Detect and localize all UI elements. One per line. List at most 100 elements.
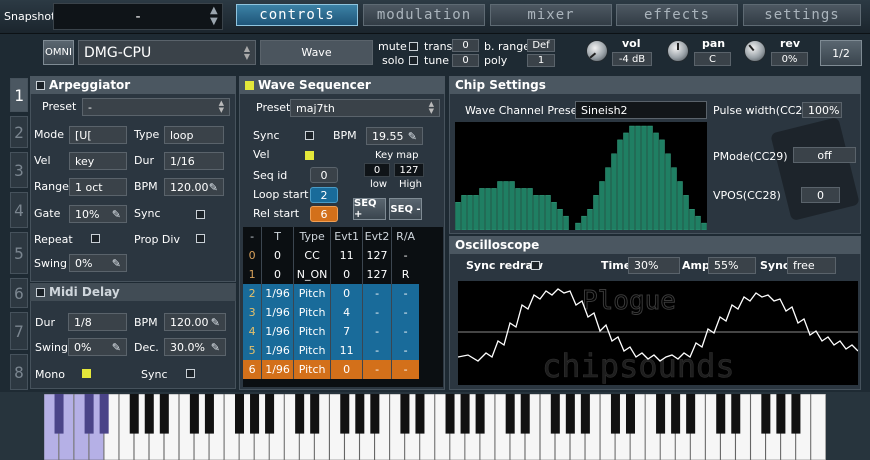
piano-black-key[interactable]: [400, 394, 410, 434]
wave-sample-bar[interactable]: [611, 153, 617, 230]
solo-checkbox[interactable]: [409, 56, 418, 65]
piano-black-key[interactable]: [265, 394, 275, 434]
osc-time-field[interactable]: 30%: [628, 257, 680, 274]
osc-sync-field[interactable]: free: [787, 257, 836, 274]
wave-sample-bar[interactable]: [539, 195, 545, 230]
arp-swing-edit-icon[interactable]: ✎: [112, 257, 121, 270]
vol-knob[interactable]: [586, 40, 608, 62]
ws-bpm-field[interactable]: 19.55 ✎: [366, 127, 423, 145]
tab-effects[interactable]: effects: [616, 4, 738, 26]
piano-white-key[interactable]: [810, 394, 826, 460]
ws-vel-checkbox[interactable]: [305, 151, 314, 160]
piano-black-key[interactable]: [761, 394, 771, 434]
piano-black-key[interactable]: [656, 394, 666, 434]
delay-bpm-edit-icon[interactable]: ✎: [211, 316, 220, 329]
ws-table-row[interactable]: 4 1/96 Pitch 7- -: [243, 322, 419, 341]
wave-sample-bar[interactable]: [653, 132, 659, 230]
piano-black-key[interactable]: [791, 394, 801, 434]
piano-black-key[interactable]: [159, 394, 169, 434]
piano-black-key[interactable]: [505, 394, 515, 434]
mute-checkbox[interactable]: [409, 42, 418, 51]
wave-sample-bar[interactable]: [599, 181, 605, 230]
side-tab-3[interactable]: 3: [10, 152, 28, 188]
wave-sample-bar[interactable]: [461, 195, 467, 230]
instrument-preset-selector[interactable]: DMG-CPU ▲ ▼: [78, 40, 256, 65]
wave-sample-bar[interactable]: [677, 181, 683, 230]
tab-settings[interactable]: settings: [743, 4, 861, 26]
piano-black-key[interactable]: [580, 394, 590, 434]
midi-delay-enable-checkbox[interactable]: [36, 287, 45, 297]
rev-knob[interactable]: [744, 40, 766, 62]
wave-sample-bar[interactable]: [659, 139, 665, 230]
wave-sequencer-enable-checkbox[interactable]: [245, 80, 254, 90]
wave-sample-bar[interactable]: [491, 188, 497, 230]
wave-sample-bar[interactable]: [557, 208, 563, 230]
pmode-field[interactable]: off: [793, 147, 856, 163]
ws-loopstart-field[interactable]: 2: [310, 187, 338, 203]
page-toggle-button[interactable]: 1/2: [820, 40, 862, 66]
arp-gate-edit-icon[interactable]: ✎: [112, 208, 121, 221]
tune-field[interactable]: 0: [452, 54, 479, 67]
piano-black-key[interactable]: [129, 394, 139, 434]
wave-sample-bar[interactable]: [629, 125, 635, 230]
arp-bpm-edit-icon[interactable]: ✎: [209, 181, 218, 194]
pulse-width-field[interactable]: 100%: [802, 102, 842, 118]
piano-black-key[interactable]: [520, 394, 530, 434]
piano-black-key[interactable]: [610, 394, 620, 434]
wave-sample-bar[interactable]: [533, 195, 539, 230]
piano-black-key[interactable]: [310, 394, 320, 434]
sync-redraw-checkbox[interactable]: [531, 261, 540, 270]
ws-table-row[interactable]: 2 1/96 Pitch 0- -: [243, 284, 419, 303]
wave-sample-bar[interactable]: [479, 188, 485, 230]
side-tab-5[interactable]: 5: [10, 232, 28, 274]
ws-keymap-low-field[interactable]: 0: [364, 163, 390, 177]
osc-amp-field[interactable]: 55%: [708, 257, 756, 274]
wave-sample-bar[interactable]: [581, 215, 587, 230]
ws-table-row[interactable]: 6 1/96 Pitch 0- -: [243, 360, 419, 379]
wave-sample-bar[interactable]: [509, 181, 515, 230]
snapshot-arrows-icon[interactable]: ▲ ▼: [210, 5, 218, 27]
wave-sample-bar[interactable]: [575, 222, 581, 230]
ws-seqid-field[interactable]: 0: [310, 167, 338, 183]
piano-black-key[interactable]: [731, 394, 741, 434]
piano-black-key[interactable]: [99, 394, 109, 434]
wave-sample-bar[interactable]: [473, 195, 479, 230]
delay-swing-edit-icon[interactable]: ✎: [112, 341, 121, 354]
delay-dec-edit-icon[interactable]: ✎: [211, 341, 220, 354]
piano-black-key[interactable]: [716, 394, 726, 434]
wave-sample-bar[interactable]: [635, 125, 641, 230]
wave-sample-bar[interactable]: [485, 188, 491, 230]
wave-sample-bar[interactable]: [587, 208, 593, 230]
wave-sample-bar[interactable]: [695, 215, 701, 230]
piano-black-key[interactable]: [250, 394, 260, 434]
piano-black-key[interactable]: [189, 394, 199, 434]
side-tab-2[interactable]: 2: [10, 116, 28, 148]
wave-sample-bar[interactable]: [683, 195, 689, 230]
wave-sample-bar[interactable]: [641, 125, 647, 230]
piano-black-key[interactable]: [234, 394, 245, 434]
wave-sample-bar[interactable]: [521, 188, 527, 230]
arp-mode-field[interactable]: [U[: [69, 126, 127, 144]
piano-black-key[interactable]: [355, 394, 365, 434]
wave-sample-bar[interactable]: [527, 188, 533, 230]
ws-keymap-high-field[interactable]: 127: [394, 163, 424, 177]
piano-keyboard[interactable]: [44, 394, 826, 460]
arp-preset-selector[interactable]: - ▲ ▼: [82, 98, 230, 116]
delay-sync-checkbox[interactable]: [186, 369, 195, 378]
piano-black-key[interactable]: [475, 394, 485, 434]
ws-table-row[interactable]: 1 0 N_ON 0 127 R: [243, 265, 419, 284]
arp-bpm-field[interactable]: 120.00 ✎: [164, 178, 224, 196]
side-tab-4[interactable]: 4: [10, 192, 28, 228]
wave-button[interactable]: Wave: [260, 40, 373, 65]
piano-black-key[interactable]: [671, 394, 681, 434]
tab-modulation[interactable]: modulation: [363, 4, 485, 26]
arp-vel-field[interactable]: key: [69, 152, 127, 170]
seq-plus-button[interactable]: SEQ +: [353, 198, 386, 220]
piano-black-key[interactable]: [776, 394, 786, 434]
arp-sync-checkbox[interactable]: [196, 210, 205, 219]
side-tab-6[interactable]: 6: [10, 278, 28, 308]
delay-mono-checkbox[interactable]: [82, 369, 91, 378]
wave-sample-bar[interactable]: [515, 188, 521, 230]
wave-preset-field[interactable]: Sineish2: [575, 101, 707, 119]
ws-table-row[interactable]: 5 1/96 Pitch 11- -: [243, 341, 419, 360]
